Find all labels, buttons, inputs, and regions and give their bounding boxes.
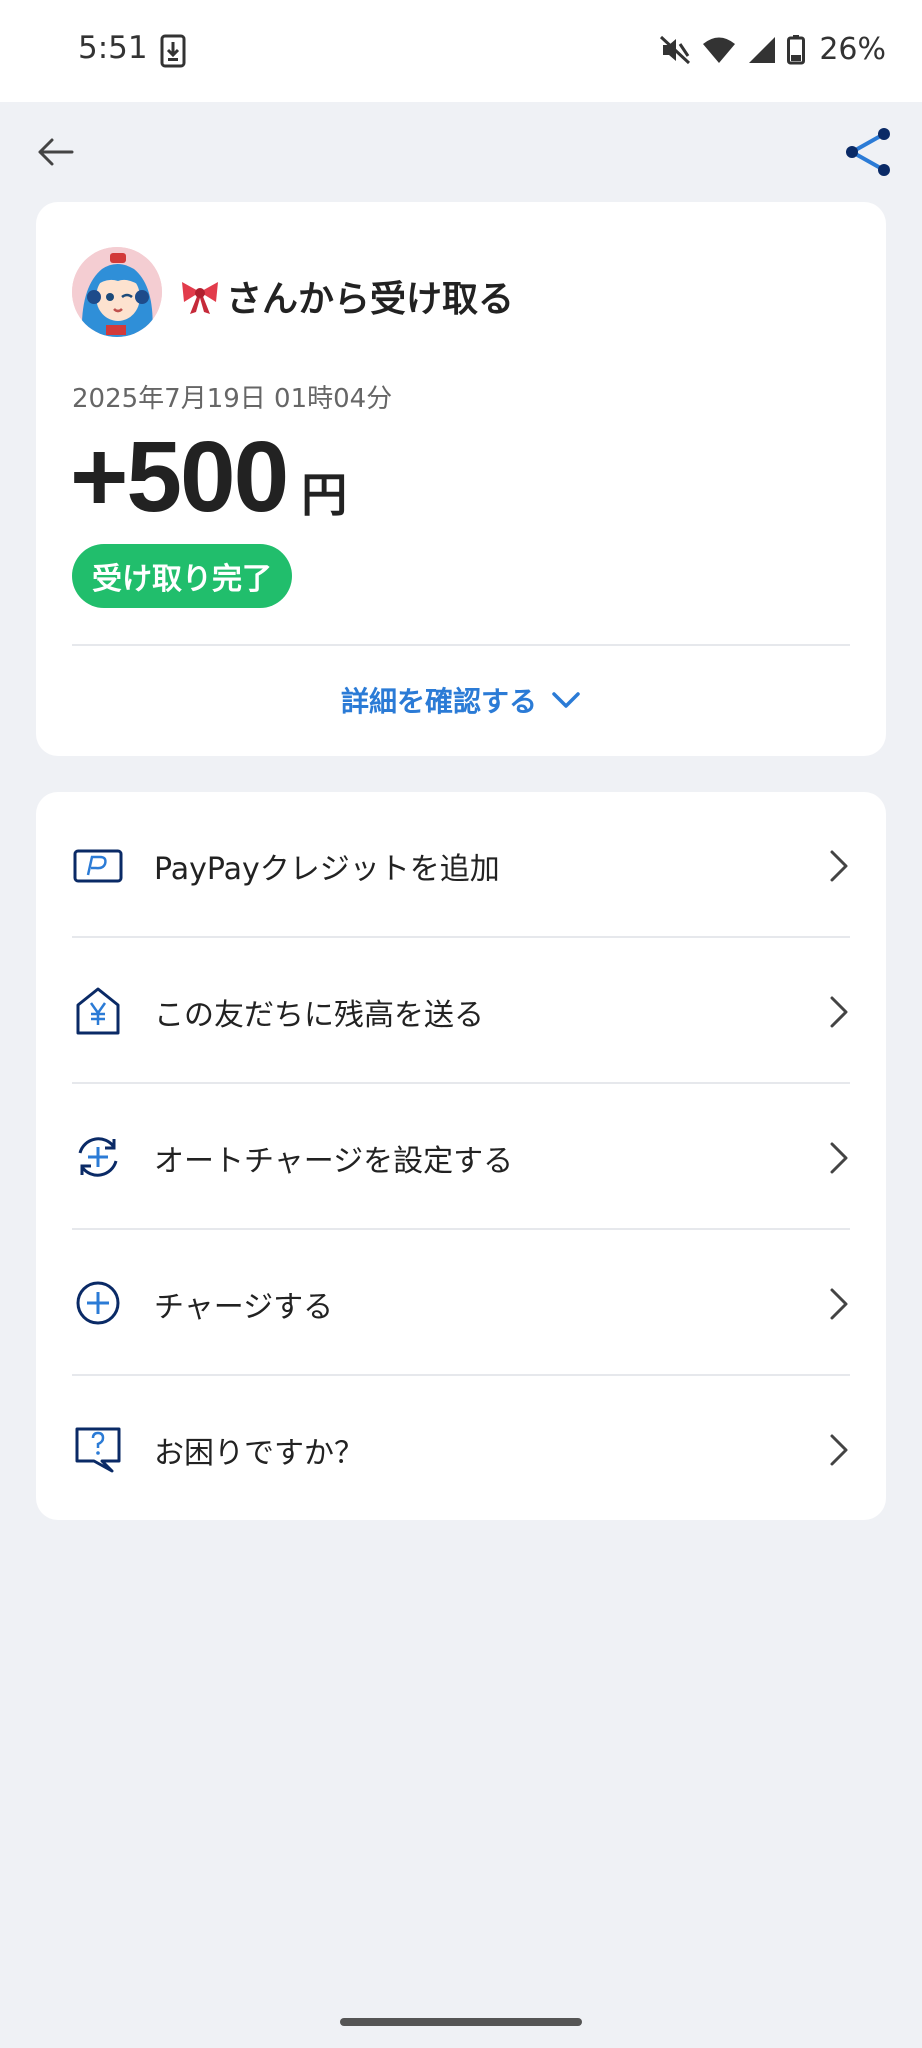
menu-item-charge[interactable]: チャージする: [36, 1230, 886, 1376]
paypay-card-icon: [73, 849, 123, 883]
sender-avatar[interactable]: [72, 247, 162, 337]
status-bar: 5:51 26%: [0, 0, 922, 102]
menu-label: お困りですか？: [154, 1436, 364, 1471]
transaction-datetime: 2025年7月19日 01時04分: [72, 384, 393, 414]
menu-item-auto-charge[interactable]: オートチャージを設定する: [36, 1084, 886, 1230]
download-notification-icon: [160, 34, 186, 68]
amount: +500 円: [70, 420, 347, 535]
plus-circle-icon: [76, 1281, 120, 1325]
sender-title: さんから受け取る: [178, 270, 514, 322]
details-toggle[interactable]: 詳細を確認する: [36, 680, 886, 720]
menu-item-add-paypay-credit[interactable]: PayPayクレジットを追加: [36, 792, 886, 938]
chevron-right-icon: [830, 1142, 848, 1174]
status-icons: 26%: [659, 32, 886, 67]
transaction-card: さんから受け取る 2025年7月19日 01時04分 +500 円 受け取り完了…: [36, 202, 886, 756]
chevron-down-icon: [552, 692, 580, 708]
menu-label: PayPayクレジットを追加: [154, 852, 500, 887]
divider: [72, 644, 850, 646]
help-bubble-icon: [75, 1427, 121, 1473]
chevron-right-icon: [830, 996, 848, 1028]
amount-value: +500: [70, 421, 289, 533]
chevron-right-icon: [830, 1434, 848, 1466]
status-time: 5:51: [78, 30, 148, 66]
battery-icon: [787, 34, 806, 64]
ribbon-bow-icon: [182, 282, 218, 314]
top-bar: [0, 102, 922, 202]
chevron-right-icon: [830, 850, 848, 882]
menu-label: チャージする: [154, 1290, 334, 1325]
battery-percent: 26%: [819, 32, 886, 67]
share-icon[interactable]: [840, 124, 896, 180]
details-label: 詳細を確認する: [340, 685, 537, 718]
mute-icon: [660, 35, 691, 64]
signal-icon: [749, 36, 776, 63]
menu-label: オートチャージを設定する: [154, 1144, 514, 1179]
amount-unit: 円: [301, 468, 348, 522]
menu-item-send-balance[interactable]: この友だちに残高を送る: [36, 938, 886, 1084]
menu-label: この友だちに残高を送る: [154, 998, 484, 1033]
menu-item-help[interactable]: お困りですか？: [36, 1376, 886, 1522]
actions-menu: PayPayクレジットを追加 この友だちに残高を送る オートチャージを設定する: [36, 792, 886, 1520]
sender-title-text: さんから受け取る: [226, 279, 515, 320]
wifi-icon: [703, 37, 736, 63]
chevron-right-icon: [830, 1288, 848, 1320]
home-indicator[interactable]: [340, 2018, 582, 2026]
back-arrow-icon[interactable]: [28, 124, 84, 180]
auto-charge-icon: [78, 1137, 118, 1177]
status-badge: 受け取り完了: [72, 544, 292, 608]
yen-house-icon: [76, 987, 120, 1035]
